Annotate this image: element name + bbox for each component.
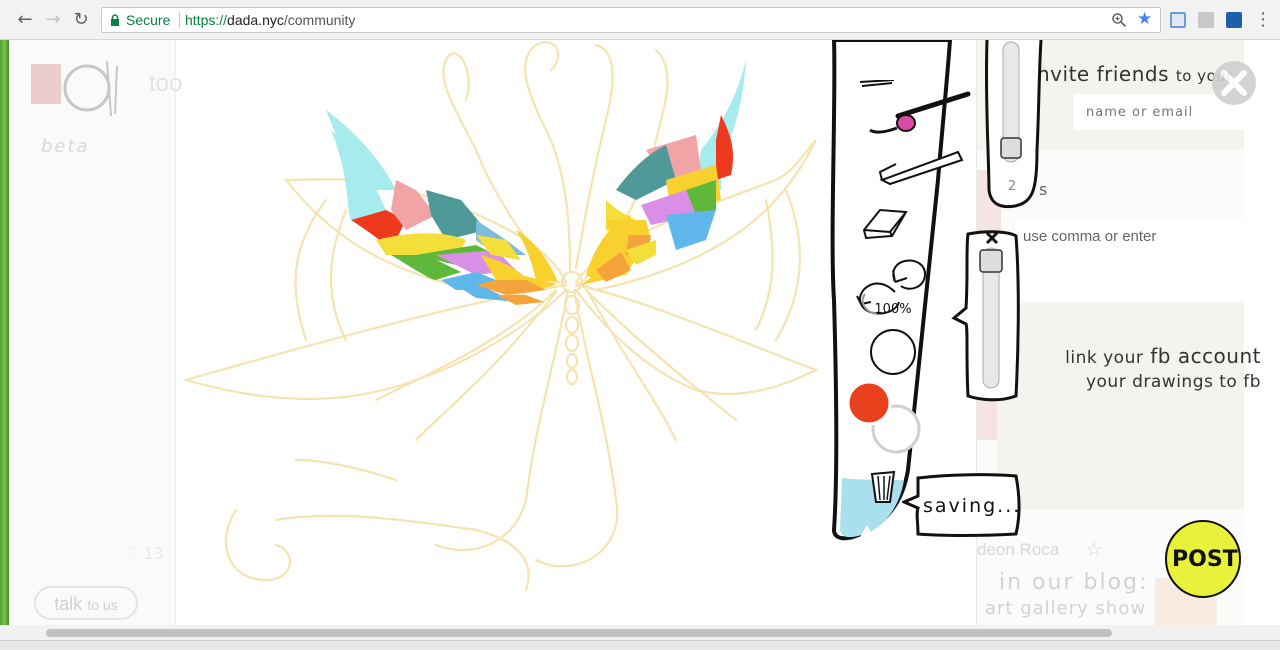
brush-icon[interactable] — [868, 88, 972, 136]
browser-toolbar: ← → ↻ Secure https://dada.nyc/community … — [0, 0, 1280, 40]
opacity-handle[interactable] — [979, 249, 1003, 273]
trash-icon[interactable] — [868, 468, 898, 504]
fb-link-section[interactable]: link your fb account your drawings to fb — [997, 303, 1261, 509]
opacity-slider-popup[interactable] — [950, 228, 1024, 404]
forward-button[interactable]: → — [43, 10, 63, 30]
fb-line1-main: fb account — [1150, 344, 1261, 368]
back-button[interactable]: ← — [15, 10, 35, 30]
address-bar[interactable]: Secure https://dada.nyc/community ★ — [101, 7, 1161, 33]
extension-icon[interactable] — [1170, 12, 1186, 28]
left-wing-colors — [326, 110, 558, 305]
zoom-icon[interactable] — [1111, 12, 1127, 28]
talk-label: talk — [54, 594, 83, 614]
secure-label: Secure — [126, 12, 171, 28]
comma-hint: use comma or enter — [1023, 228, 1157, 245]
lock-icon — [111, 14, 119, 26]
blog-heading: in our blog: — [999, 570, 1149, 595]
right-wing-colors — [581, 60, 746, 285]
invite-title: nvite friends to your — [1037, 62, 1233, 86]
pen-icon[interactable] — [878, 146, 964, 186]
like-count: ♡ 13 — [124, 544, 164, 563]
reload-button[interactable]: ↻ — [71, 10, 91, 30]
heart-icon: ♡ — [124, 544, 139, 563]
url-text[interactable]: https://dada.nyc/community — [185, 12, 355, 28]
desktop-edge — [0, 40, 9, 640]
user-name[interactable]: deon Roca — [977, 540, 1059, 560]
horizontal-scrollbar[interactable] — [0, 625, 1280, 640]
fb-line1-pre: link your — [1065, 348, 1144, 368]
fb-line2: your drawings to fb — [1085, 372, 1261, 392]
extension-zoom-icon[interactable] — [1226, 12, 1242, 28]
logo-icon — [31, 60, 118, 117]
star-icon[interactable]: ☆ — [1085, 537, 1103, 561]
left-sidebar: too beta ♡ 13 — [9, 40, 182, 625]
upload-arrow-icon — [854, 525, 876, 563]
talk-to-us-button[interactable]: talk to us — [34, 586, 138, 620]
talk-suffix: to us — [87, 597, 118, 613]
close-icon[interactable] — [1212, 61, 1256, 105]
drawing-canvas[interactable] — [176, 40, 830, 640]
zoom-level-label: 100% — [874, 302, 912, 317]
saving-status: saving... — [923, 495, 1022, 517]
like-count-value: 13 — [143, 544, 164, 563]
invite-title-main: nvite friends — [1037, 62, 1169, 86]
blog-link[interactable]: art gallery show — [985, 598, 1146, 619]
fb-link-text: link your fb account your drawings to fb — [1015, 345, 1261, 393]
url-scheme: https:// — [185, 12, 228, 28]
tags-input-box[interactable]: use comma or enter — [1015, 220, 1244, 300]
color-picker[interactable] — [844, 378, 922, 456]
page-content: too beta ♡ 13 talk to us nvite friends t… — [0, 40, 1280, 650]
tab-strip-bottom — [0, 640, 1280, 650]
post-button[interactable]: POST — [1164, 519, 1242, 599]
brush-size-value: 2 — [1007, 179, 1017, 194]
slider-handle[interactable] — [1000, 137, 1022, 159]
omnibox-separator — [179, 12, 180, 28]
zoom-level-button[interactable] — [868, 328, 918, 376]
post-label: POST — [1172, 547, 1238, 572]
scrollbar-thumb[interactable] — [46, 629, 1112, 637]
menu-icon[interactable]: ⋮ — [1254, 10, 1272, 30]
url-host: dada.nyc — [227, 12, 284, 28]
extension-search-icon[interactable] — [1198, 12, 1214, 28]
url-path: /community — [283, 12, 356, 28]
current-color-swatch[interactable] — [846, 380, 892, 426]
beta-label: beta — [41, 136, 90, 157]
bookmark-star-icon[interactable]: ★ — [1137, 9, 1152, 29]
eraser-icon[interactable] — [860, 206, 910, 242]
